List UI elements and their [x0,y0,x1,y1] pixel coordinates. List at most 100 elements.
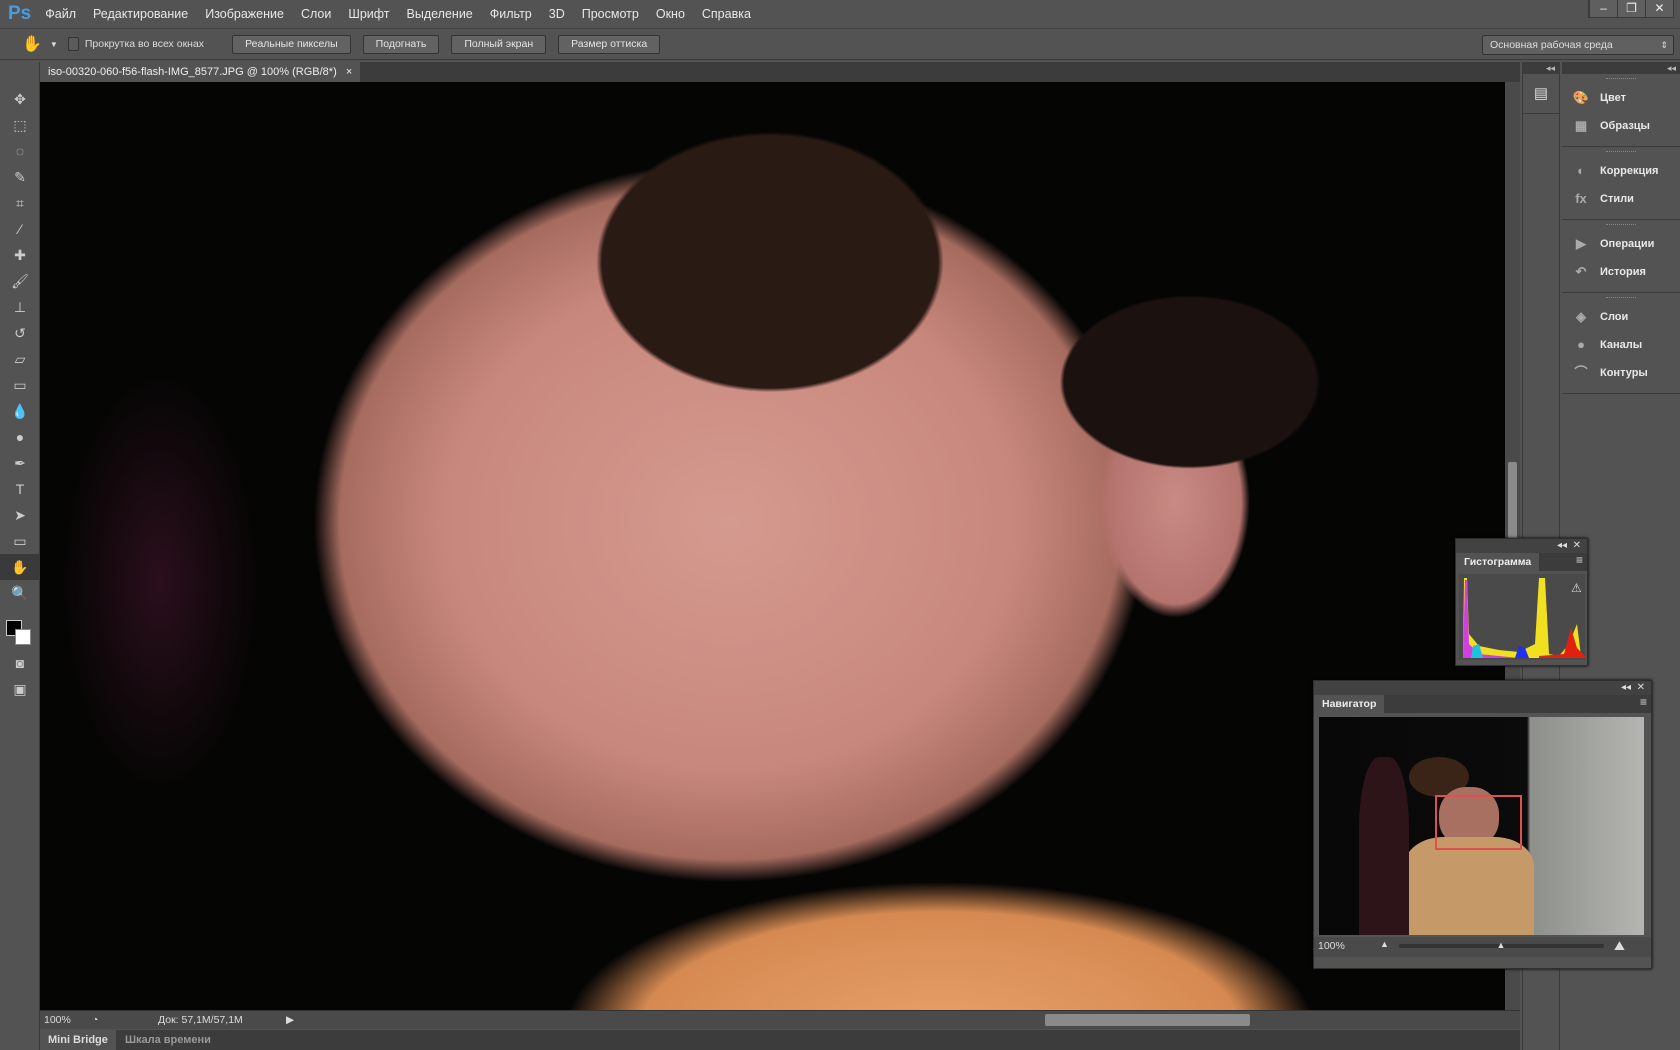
histogram-tab[interactable]: Гистограмма [1456,553,1540,571]
gradient-tool-icon[interactable]: ▭ [0,372,40,398]
restore-button[interactable]: ❐ [1617,0,1645,17]
status-menu-arrow[interactable]: ▶ [286,1011,294,1029]
palette-icon: 🎨 [1572,90,1590,105]
history-icon: ↶ [1575,264,1587,279]
full-screen-button[interactable]: Полный экран [451,34,547,54]
panel-header[interactable]: ◂◂ ✕ [1456,539,1587,553]
layers-icon: ◈ [1576,309,1586,324]
panel-menu-icon[interactable]: ≡ [1640,695,1651,713]
menu-select[interactable]: Выделение [407,7,473,21]
menu-type[interactable]: Шрифт [348,7,389,21]
scroll-thumb[interactable] [1045,1014,1250,1026]
menu-filter[interactable]: Фильтр [490,7,532,21]
doc-info: Док: 57,1M/57,1M [158,1014,243,1026]
healing-brush-icon[interactable]: ✚ [0,242,40,268]
panel-styles[interactable]: fx Стили [1562,185,1680,213]
pen-tool-icon[interactable]: ✒ [0,450,40,476]
close-button[interactable]: ✕ [1645,0,1673,17]
status-icon[interactable]: ◔ [92,1011,98,1029]
panel-label: Операции [1600,238,1655,250]
menu-help[interactable]: Справка [702,7,751,21]
actual-pixels-button[interactable]: Реальные пикселы [232,34,351,54]
brush-tool-icon[interactable]: 🖌 [0,268,40,294]
print-size-button[interactable]: Размер оттиска [558,34,661,54]
tab-timeline[interactable]: Шкала времени [119,1034,217,1046]
eraser-tool-icon[interactable]: ▱ [0,346,40,372]
panel-layers[interactable]: ◈ Слои [1562,303,1680,331]
panel-adjustments[interactable]: ◐ Коррекция [1562,157,1680,185]
navigator-zoom[interactable]: 100% [1318,940,1345,952]
histogram-panel: ◂◂ ✕ Гистограмма ≡ ⚠ [1455,538,1588,666]
zoom-level[interactable]: 100% [44,1011,71,1029]
panel-group: ◐ Коррекция fx Стили [1562,147,1680,220]
menu-window[interactable]: Окно [656,7,685,21]
fit-screen-button[interactable]: Подогнать [362,34,440,54]
type-tool-icon[interactable]: T [0,476,40,502]
warning-icon: ⚠ [1571,581,1582,595]
navigator-thumbnail[interactable] [1319,717,1644,935]
dodge-tool-icon[interactable]: ● [0,424,40,450]
thumb-shirt [1404,837,1534,935]
workspace-select[interactable]: Основная рабочая среда ⇕ [1482,35,1674,55]
hand-tool-preset-icon[interactable]: ✋ [22,34,42,54]
app-logo: Ps [8,2,32,24]
collapse-icon[interactable]: ◂◂ [1523,62,1559,74]
screen-mode-icon[interactable]: ▣ [0,676,40,702]
eyedropper-tool-icon[interactable]: ⁄ [0,216,40,242]
panel-history[interactable]: ↶ История [1562,258,1680,286]
menu-view[interactable]: Просмотр [582,7,639,21]
zoom-slider[interactable]: ▲ [1399,940,1604,950]
panel-channels[interactable]: ● Каналы [1562,331,1680,359]
tab-mini-bridge[interactable]: Mini Bridge [40,1030,116,1050]
zoom-slider-thumb[interactable]: ▲ [1497,940,1506,950]
menu-file[interactable]: Файл [45,7,76,21]
background-color[interactable] [15,629,31,645]
menu-layers[interactable]: Слои [301,7,331,21]
properties-panel-icon[interactable]: ▤ [1523,74,1559,114]
blur-tool-icon[interactable]: 💧 [0,398,40,424]
quick-mask-icon[interactable]: ◙ [0,650,40,676]
scroll-thumb[interactable] [1508,462,1517,542]
zoom-tool-icon[interactable]: 🔍 [0,580,40,606]
view-box[interactable] [1435,795,1522,850]
path-select-tool-icon[interactable]: ➤ [0,502,40,528]
chevron-down-icon[interactable]: ▼ [50,40,58,49]
hand-tool-icon[interactable]: ✋ [0,554,40,580]
panel-paths[interactable]: ⌒ Контуры [1562,359,1680,387]
color-swatches[interactable] [0,606,39,650]
crop-tool-icon[interactable]: ⌗ [0,190,40,216]
menu-image[interactable]: Изображение [205,7,284,21]
panel-actions[interactable]: ▶ Операции [1562,230,1680,258]
minimize-button[interactable]: – [1589,0,1617,17]
panel-group: 🎨 Цвет ▦ Образцы [1562,74,1680,147]
channels-icon: ● [1577,337,1585,352]
marquee-tool-icon[interactable]: ⬚ [0,112,40,138]
panel-group: ◈ Слои ● Каналы ⌒ Контуры [1562,293,1680,394]
move-tool-icon[interactable]: ✥ [0,86,40,112]
panel-label: Коррекция [1600,165,1659,177]
shape-tool-icon[interactable]: ▭ [0,528,40,554]
collapse-icon[interactable]: ◂◂ [1562,62,1680,74]
document-tab[interactable]: iso-00320-060-f56-flash-IMG_8577.JPG @ 1… [40,62,361,82]
panel-color[interactable]: 🎨 Цвет [1562,84,1680,112]
menu-3d[interactable]: 3D [549,7,565,21]
stamp-tool-icon[interactable]: ⊥ [0,294,40,320]
scroll-all-checkbox[interactable] [67,37,79,51]
horizontal-scrollbar[interactable] [300,1011,1520,1029]
menu-edit[interactable]: Редактирование [93,7,188,21]
zoom-out-icon[interactable]: ▲ [1380,939,1389,949]
image-canvas[interactable] [40,82,1505,1010]
toolbar-grip[interactable] [0,62,39,86]
zoom-in-icon[interactable]: ⛰ [1614,938,1625,954]
history-brush-icon[interactable]: ↺ [0,320,40,346]
panel-swatches[interactable]: ▦ Образцы [1562,112,1680,140]
panel-menu-icon[interactable]: ≡ [1576,553,1587,571]
panel-label: Контуры [1600,367,1648,379]
lasso-tool-icon[interactable]: ◌ [0,138,40,164]
panel-header[interactable]: ◂◂ ✕ [1314,681,1651,695]
quick-select-tool-icon[interactable]: ✎ [0,164,40,190]
workspace-label: Основная рабочая среда [1490,39,1613,51]
panel-label: Каналы [1600,339,1643,351]
navigator-tab[interactable]: Навигатор [1314,695,1385,713]
close-tab-icon[interactable]: × [346,66,352,78]
